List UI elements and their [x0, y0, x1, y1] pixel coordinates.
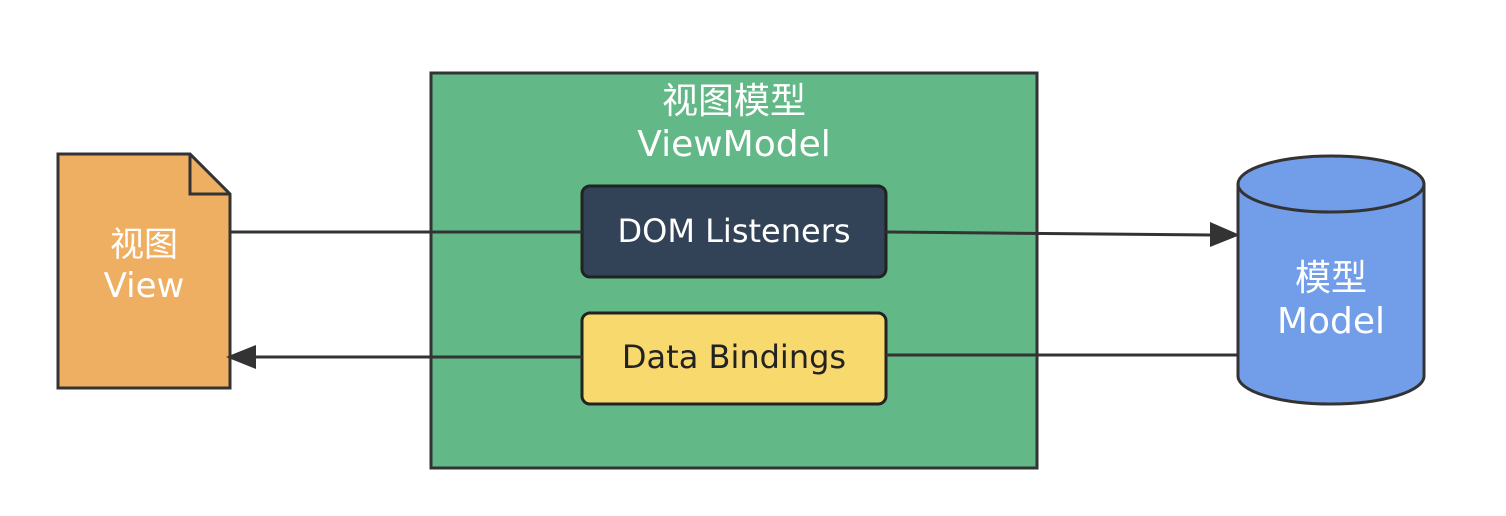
model-label: 模型 Model [1238, 257, 1424, 343]
model-label-zh: 模型 [1294, 258, 1367, 299]
data-bindings-label: Data Bindings [621, 338, 847, 376]
dom-listeners-label: DOM Listeners [617, 212, 851, 250]
viewmodel-label-en: ViewModel [637, 124, 831, 166]
view-label-en: View [103, 265, 185, 306]
viewmodel-label-zh: 视图模型 [661, 81, 806, 122]
viewmodel-label: 视图模型 ViewModel [431, 80, 1037, 166]
view-label: 视图 View [58, 225, 230, 307]
model-label-en: Model [1276, 301, 1386, 343]
arrowhead-to-model [1210, 222, 1240, 247]
model-cylinder-top [1236, 154, 1426, 214]
view-label-zh: 视图 [110, 225, 178, 265]
